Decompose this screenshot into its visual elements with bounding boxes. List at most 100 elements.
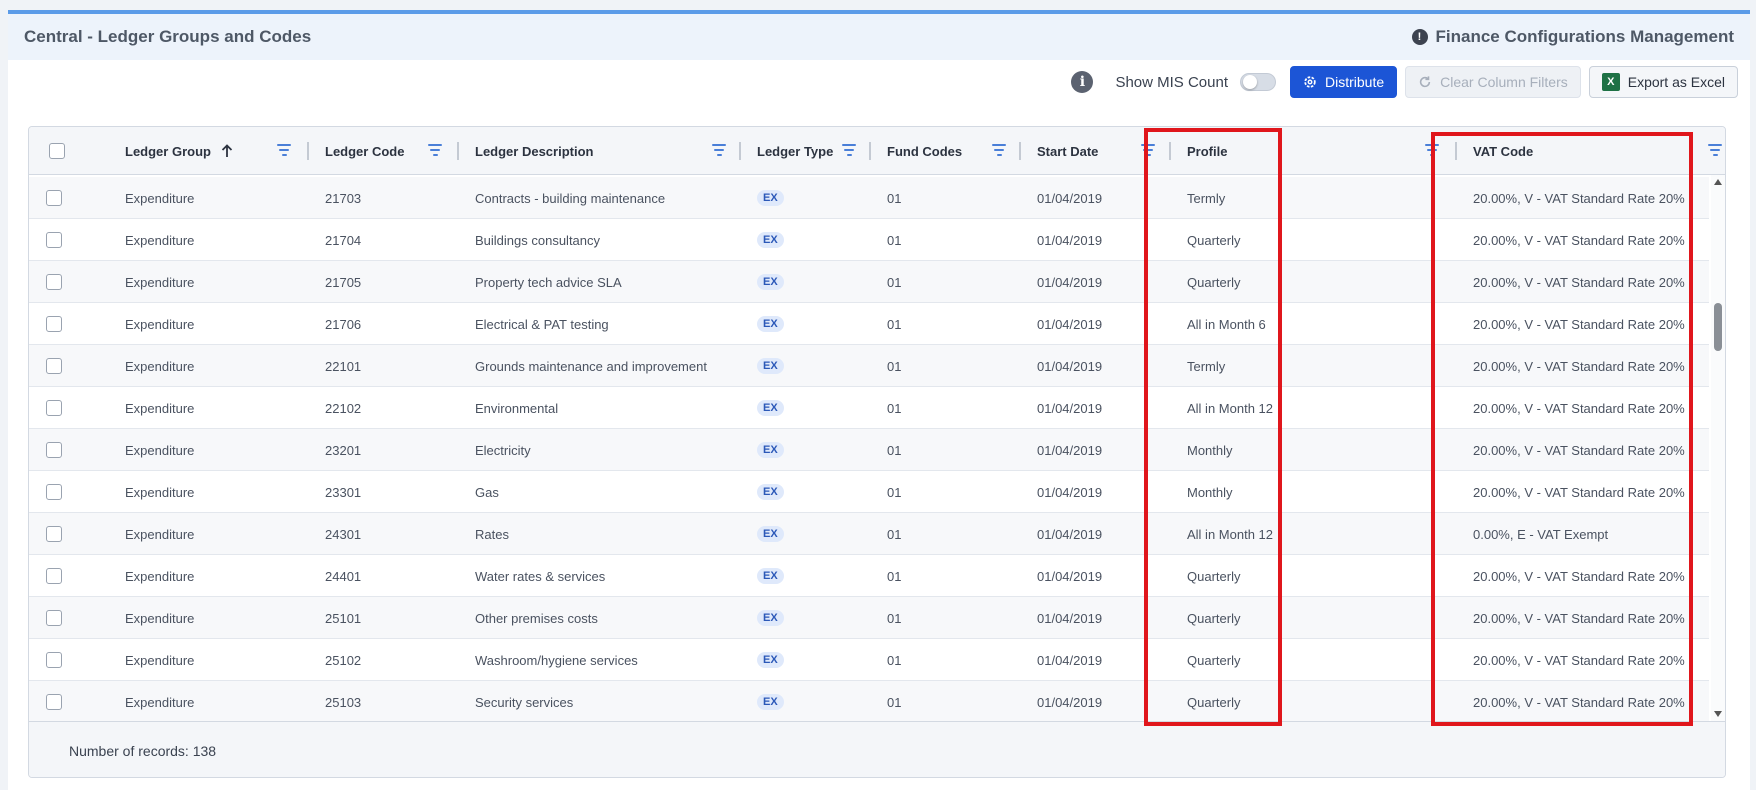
column-header-ledger-description[interactable]: Ledger Description — [459, 127, 741, 175]
cell-select — [46, 639, 62, 681]
cell-ledger-description-text: Electrical & PAT testing — [475, 316, 609, 332]
cell-ledger-group: Expenditure — [125, 471, 194, 513]
export-excel-button[interactable]: X Export as Excel — [1588, 66, 1738, 98]
cell-start-date-text: 01/04/2019 — [1037, 610, 1103, 626]
filter-icon[interactable] — [428, 144, 442, 156]
cell-ledger-description-text: Buildings consultancy — [475, 232, 601, 248]
cell-ledger-code-text: 25101 — [325, 610, 362, 626]
cell-ledger-description: Property tech advice SLA — [475, 261, 622, 303]
column-header-ledger-code[interactable]: Ledger Code — [309, 127, 459, 175]
ledger-type-badge: EX — [757, 358, 784, 374]
cell-ledger-group: Expenditure — [125, 345, 194, 387]
cell-ledger-code-text: 22101 — [325, 358, 362, 374]
clear-column-filters-button[interactable]: Clear Column Filters — [1405, 66, 1581, 98]
cell-ledger-description-text: Washroom/hygiene services — [475, 652, 638, 668]
row-checkbox[interactable] — [46, 694, 62, 710]
cell-ledger-type: EX — [757, 219, 784, 261]
cell-ledger-code: 22101 — [325, 345, 361, 387]
cell-ledger-type: EX — [757, 303, 784, 345]
select-all-checkbox[interactable] — [49, 143, 65, 159]
cell-fund-codes: 01 — [887, 261, 901, 303]
cell-ledger-description: Rates — [475, 513, 509, 555]
cell-select — [46, 429, 62, 471]
cell-start-date-text: 01/04/2019 — [1037, 484, 1103, 500]
cell-ledger-description: Grounds maintenance and improvement — [475, 345, 707, 387]
row-checkbox[interactable] — [46, 652, 62, 668]
toggle-knob — [1243, 75, 1257, 89]
cell-fund-codes: 01 — [887, 639, 901, 681]
excel-icon: X — [1601, 73, 1620, 91]
filter-icon[interactable] — [842, 144, 856, 156]
cell-select — [46, 345, 62, 387]
distribute-label: Distribute — [1325, 74, 1385, 90]
row-checkbox[interactable] — [46, 526, 62, 542]
vertical-scrollbar[interactable] — [1711, 175, 1725, 721]
cell-ledger-group-text: Expenditure — [125, 652, 195, 668]
column-header-ledger-type[interactable]: Ledger Type — [741, 127, 871, 175]
cell-ledger-code-text: 22102 — [325, 400, 362, 416]
scroll-up-icon[interactable] — [1714, 179, 1722, 185]
cell-select — [46, 261, 62, 303]
cell-ledger-group: Expenditure — [125, 681, 194, 721]
cell-ledger-code: 23201 — [325, 429, 361, 471]
export-excel-label: Export as Excel — [1627, 74, 1725, 90]
cell-ledger-type: EX — [757, 681, 784, 721]
cell-ledger-group: Expenditure — [125, 177, 194, 219]
ledger-type-badge: EX — [757, 568, 784, 584]
filter-icon[interactable] — [1708, 144, 1722, 156]
column-header-ledger-group[interactable]: Ledger Group — [85, 127, 309, 175]
row-checkbox[interactable] — [46, 442, 62, 458]
column-label: Ledger Code — [325, 143, 405, 159]
filter-icon[interactable] — [992, 144, 1006, 156]
cell-ledger-description-text: Other premises costs — [475, 610, 598, 626]
cell-fund-codes-text: 01 — [887, 610, 902, 626]
cell-start-date: 01/04/2019 — [1037, 219, 1102, 261]
cell-fund-codes: 01 — [887, 513, 901, 555]
ledger-type-badge: EX — [757, 526, 784, 542]
column-label: Ledger Group — [125, 143, 211, 159]
row-checkbox[interactable] — [46, 400, 62, 416]
cell-ledger-group-text: Expenditure — [125, 484, 195, 500]
cell-start-date: 01/04/2019 — [1037, 597, 1102, 639]
cell-ledger-code: 21703 — [325, 177, 361, 219]
cell-ledger-code: 23301 — [325, 471, 361, 513]
show-mis-count-toggle[interactable] — [1240, 73, 1276, 91]
cell-ledger-group: Expenditure — [125, 639, 194, 681]
cell-ledger-type: EX — [757, 261, 784, 303]
header-select-all — [29, 127, 85, 175]
cell-ledger-group-text: Expenditure — [125, 400, 195, 416]
cell-ledger-description-text: Electricity — [475, 442, 531, 458]
row-checkbox[interactable] — [46, 190, 62, 206]
cell-ledger-code: 21706 — [325, 303, 361, 345]
row-checkbox[interactable] — [46, 568, 62, 584]
cell-ledger-group: Expenditure — [125, 261, 194, 303]
cell-ledger-code: 21704 — [325, 219, 361, 261]
cell-start-date-text: 01/04/2019 — [1037, 232, 1103, 248]
cell-ledger-code-text: 23301 — [325, 484, 362, 500]
cell-select — [46, 177, 62, 219]
sort-arrow-up-icon[interactable] — [221, 144, 233, 158]
highlight-box-vat-code — [1431, 132, 1693, 726]
row-checkbox[interactable] — [46, 316, 62, 332]
row-checkbox[interactable] — [46, 484, 62, 500]
row-checkbox[interactable] — [46, 274, 62, 290]
row-checkbox[interactable] — [46, 232, 62, 248]
cell-ledger-description-text: Security services — [475, 694, 574, 710]
column-label: Start Date — [1037, 143, 1099, 159]
info-icon[interactable]: i — [1071, 71, 1094, 93]
cell-ledger-description-text: Water rates & services — [475, 568, 606, 584]
cell-ledger-group: Expenditure — [125, 429, 194, 471]
scroll-thumb[interactable] — [1714, 303, 1722, 351]
row-checkbox[interactable] — [46, 358, 62, 374]
distribute-button[interactable]: Distribute — [1290, 66, 1398, 98]
filter-icon[interactable] — [277, 144, 291, 156]
cell-ledger-description-text: Contracts - building maintenance — [475, 190, 666, 206]
module-title: ! Finance Configurations Management — [1411, 27, 1734, 47]
row-checkbox[interactable] — [46, 610, 62, 626]
cell-start-date-text: 01/04/2019 — [1037, 526, 1103, 542]
column-header-fund-codes[interactable]: Fund Codes — [871, 127, 1021, 175]
filter-icon[interactable] — [712, 144, 726, 156]
cell-ledger-description: Buildings consultancy — [475, 219, 600, 261]
scroll-down-icon[interactable] — [1714, 711, 1722, 717]
cell-ledger-type: EX — [757, 555, 784, 597]
